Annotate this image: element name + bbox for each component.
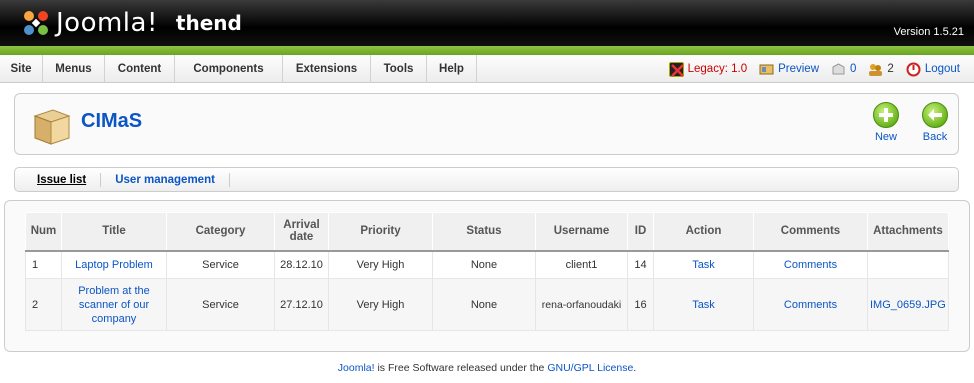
users-count: 2 [868,62,894,77]
preview-icon [759,62,774,77]
cell-date: 28.12.10 [274,250,329,279]
version-text: Version 1.5.21 [893,26,964,38]
col-id[interactable]: ID [627,212,654,252]
cell-num: 2 [25,278,62,331]
logout-label[interactable]: Logout [925,63,960,75]
menu-extensions[interactable]: Extensions [283,55,371,83]
cell-title-link[interactable]: Problem at the scanner of our company [61,278,167,331]
cell-comments-link[interactable]: Comments [753,250,868,279]
brand-name: Joomla! [56,8,158,38]
cell-username: client1 [535,250,628,279]
cell-category: Service [166,278,275,331]
footer-license-link[interactable]: GNU/GPL License [547,362,633,374]
footer-end: . [633,362,637,374]
col-username[interactable]: Username [535,212,628,252]
tab-user-management[interactable]: User management [101,172,230,187]
users-label: 2 [887,63,894,75]
menu-site[interactable]: Site [0,55,43,83]
cell-status: None [432,278,536,331]
status-bar: Legacy: 1.0 Preview 0 2 Logout [657,55,960,83]
admin-menubar: Site Menus Content Components Extensions… [0,55,974,83]
cell-attachment-link[interactable]: IMG_0659.JPG [867,278,949,331]
table-row: 2 Problem at the scanner of our company … [25,278,949,331]
menu-components[interactable]: Components [175,55,283,83]
cell-date: 27.12.10 [274,278,329,331]
menu-tools[interactable]: Tools [371,55,427,83]
logout-icon [906,62,921,77]
preview-label[interactable]: Preview [778,63,819,75]
new-label: New [874,131,897,143]
site-name: thend [175,11,242,35]
footer: Joomla! is Free Software released under … [0,362,974,374]
back-arrow-icon [922,102,948,128]
logout-link[interactable]: Logout [906,62,960,77]
col-category[interactable]: Category [166,212,275,252]
table-header-row: Num Title Category Arrival date Priority… [25,212,949,252]
header-bar: Joomla! thend Version 1.5.21 [0,0,974,46]
joomla-logo-icon [20,7,52,39]
submenu-bar: Issue list User management [14,167,959,192]
footer-text: is Free Software released under the [374,362,548,374]
new-button[interactable]: New [866,102,906,143]
menu-menus[interactable]: Menus [43,55,105,83]
cell-task-link[interactable]: Task [653,278,754,331]
legacy-label: Legacy: 1.0 [687,63,748,75]
cell-username: rena-orfanoudaki [535,278,628,331]
messages-icon [831,62,846,77]
page-title: CIMaS [81,110,143,132]
legacy-status: Legacy: 1.0 [668,61,748,77]
preview-link[interactable]: Preview [759,62,819,77]
messages-label[interactable]: 0 [850,63,856,75]
toolbar-panel: CIMaS New Back [14,93,959,155]
col-action[interactable]: Action [653,212,754,252]
col-status[interactable]: Status [432,212,536,252]
users-icon [868,62,883,77]
component-box-icon [31,102,71,149]
cell-task-link[interactable]: Task [653,250,754,279]
content-panel: Num Title Category Arrival date Priority… [4,200,970,352]
cell-status: None [432,250,536,279]
legacy-icon [668,61,684,77]
col-num[interactable]: Num [25,212,62,252]
cell-priority: Very High [328,278,433,331]
plus-icon [873,102,899,128]
col-comments[interactable]: Comments [753,212,868,252]
cell-id: 14 [627,250,654,279]
cell-id: 16 [627,278,654,331]
col-title[interactable]: Title [61,212,167,252]
green-strip [0,46,974,55]
back-label: Back [922,131,948,143]
footer-joomla-link[interactable]: Joomla! [338,362,375,374]
col-arrival-date[interactable]: Arrival date [274,212,329,252]
messages-count[interactable]: 0 [831,62,856,77]
cell-comments-link[interactable]: Comments [753,278,868,331]
cell-priority: Very High [328,250,433,279]
menu-help[interactable]: Help [427,55,477,83]
cell-title-link[interactable]: Laptop Problem [61,250,167,279]
col-attachments[interactable]: Attachments [867,212,949,252]
issue-table: Num Title Category Arrival date Priority… [25,212,949,331]
joomla-logo: Joomla! thend [20,6,242,40]
menu-content[interactable]: Content [105,55,175,83]
cell-category: Service [166,250,275,279]
cell-attachment [867,250,949,279]
table-row: 1 Laptop Problem Service 28.12.10 Very H… [25,250,949,279]
tab-issue-list[interactable]: Issue list [27,172,102,187]
cell-num: 1 [25,250,62,279]
col-priority[interactable]: Priority [328,212,433,252]
back-button[interactable]: Back [915,102,955,143]
